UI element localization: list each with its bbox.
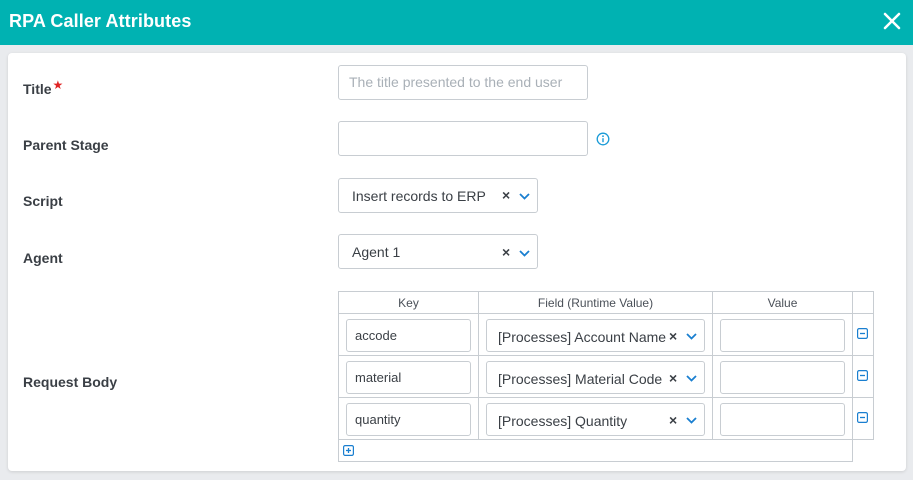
clear-icon[interactable]: × [669,412,677,428]
table-row: material [Processes] Material Code × [338,355,874,398]
chevron-down-icon[interactable] [686,417,697,424]
chevron-down-icon[interactable] [519,250,530,257]
key-input[interactable]: quantity [346,403,471,436]
agent-select-value: Agent 1 [352,244,401,260]
title-input-placeholder: The title presented to the end user [349,74,563,90]
parent-stage-input[interactable] [338,121,588,156]
agent-label: Agent [23,250,63,266]
column-header-value: Value [712,291,853,314]
dialog-title: RPA Caller Attributes [9,11,192,31]
script-select-value: Insert records to ERP [352,188,486,204]
parent-stage-label: Parent Stage [23,137,109,153]
plus-square-icon[interactable] [343,445,354,456]
minus-square-icon[interactable] [857,328,868,339]
title-input[interactable]: The title presented to the end user [338,65,588,100]
add-row [338,439,874,462]
info-icon[interactable] [596,132,610,146]
agent-select[interactable]: Agent 1 × [338,234,538,269]
key-input[interactable]: accode [346,319,471,352]
field-select-value: [Processes] Material Code [498,371,663,387]
title-label-text: Title [23,81,52,97]
field-select[interactable]: [Processes] Material Code × [486,361,705,394]
field-select[interactable]: [Processes] Account Name × [486,319,705,352]
key-input[interactable]: material [346,361,471,394]
clear-icon[interactable]: × [502,244,510,260]
clear-icon[interactable]: × [502,187,510,203]
value-input[interactable] [720,361,845,394]
chevron-down-icon[interactable] [686,333,697,340]
script-select[interactable]: Insert records to ERP × [338,178,538,213]
column-header-key: Key [338,291,479,314]
title-label: Title★ [23,78,64,97]
clear-icon[interactable]: × [669,370,677,386]
value-input[interactable] [720,319,845,352]
required-star-icon: ★ [52,78,64,92]
minus-square-icon[interactable] [857,412,868,423]
table-row: quantity [Processes] Quantity × [338,397,874,440]
column-header-field: Field (Runtime Value) [478,291,713,314]
column-header-actions [852,291,874,314]
script-label: Script [23,193,63,209]
minus-square-icon[interactable] [857,370,868,381]
request-body-label: Request Body [23,374,118,390]
table-row: accode [Processes] Account Name × [338,313,874,356]
chevron-down-icon[interactable] [519,193,530,200]
close-icon[interactable] [881,10,903,32]
value-input[interactable] [720,403,845,436]
table-header-row: Key Field (Runtime Value) Value [338,291,874,314]
dialog-header: RPA Caller Attributes [0,0,913,45]
clear-icon[interactable]: × [669,328,677,344]
request-body-table: Key Field (Runtime Value) Value accode [… [338,291,874,462]
chevron-down-icon[interactable] [686,375,697,382]
field-select-value: [Processes] Account Name [498,329,667,345]
field-select-value: [Processes] Quantity [498,413,628,429]
field-select[interactable]: [Processes] Quantity × [486,403,705,436]
